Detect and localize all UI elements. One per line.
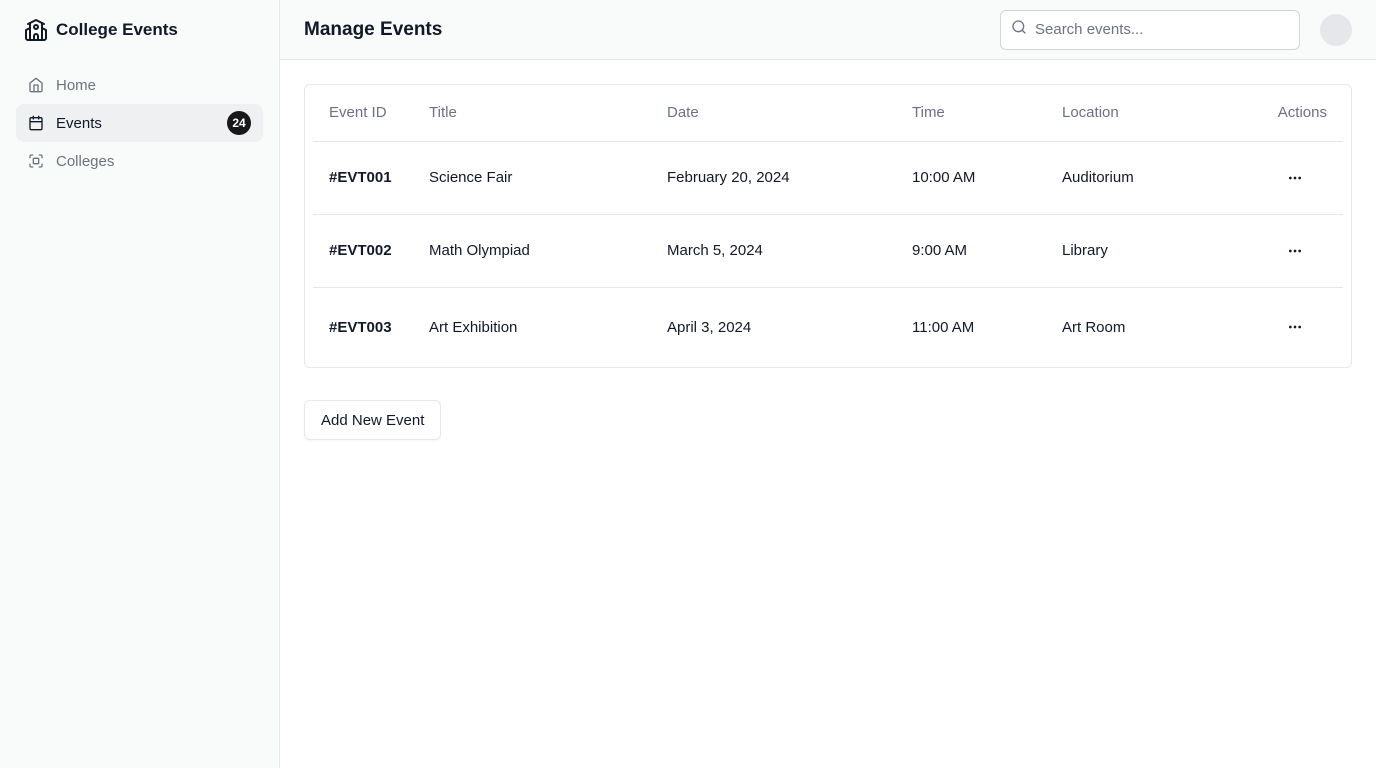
home-icon xyxy=(28,77,44,93)
avatar[interactable] xyxy=(1320,13,1352,46)
sidebar-item-label: Home xyxy=(56,76,97,94)
event-location-cell: Library xyxy=(1046,213,1213,287)
content: Event ID Title Date Time Location Action… xyxy=(280,60,1376,464)
event-time-cell: 9:00 AM xyxy=(896,213,1046,287)
table-header-row: Event ID Title Date Time Location Action… xyxy=(313,85,1343,142)
main-area: Manage Events Event ID Ti xyxy=(280,0,1376,768)
search-input[interactable] xyxy=(1035,21,1289,38)
event-id-cell: #EVT003 xyxy=(313,286,413,367)
more-horizontal-icon xyxy=(1289,249,1301,252)
event-location-cell: Auditorium xyxy=(1062,169,1134,186)
event-actions-cell xyxy=(1212,213,1343,287)
more-horizontal-icon xyxy=(1289,176,1301,179)
more-options-button[interactable] xyxy=(1283,239,1307,263)
app-root: College Events Home Events 24 Colleges M… xyxy=(0,0,1376,768)
sidebar-item-home[interactable]: Home xyxy=(16,66,263,104)
page-title: Manage Events xyxy=(304,18,443,40)
event-title-cell: Art Exhibition xyxy=(413,286,651,367)
sidebar-item-label: Events xyxy=(56,114,102,132)
search-icon xyxy=(1011,19,1027,40)
column-header-location: Location xyxy=(1046,85,1213,142)
calendar-icon xyxy=(28,115,44,131)
more-options-button[interactable] xyxy=(1283,166,1307,190)
table-row: #EVT001 Science Fair February 20, 2024 1… xyxy=(313,141,1343,214)
sidebar: College Events Home Events 24 Colleges xyxy=(0,0,280,768)
column-header-event-id: Event ID xyxy=(313,85,413,142)
events-count-badge: 24 xyxy=(227,111,251,135)
sidebar-item-events[interactable]: Events 24 xyxy=(16,104,263,142)
column-header-title: Title xyxy=(413,85,651,142)
add-new-event-button[interactable]: Add New Event xyxy=(304,400,442,440)
app-name: College Events xyxy=(56,20,178,39)
event-date-cell: April 3, 2024 xyxy=(651,286,896,367)
events-table-card: Event ID Title Date Time Location Action… xyxy=(304,84,1352,368)
event-location-cell: Art Room xyxy=(1046,286,1213,367)
event-date-cell: March 5, 2024 xyxy=(651,213,896,287)
sidebar-item-colleges[interactable]: Colleges xyxy=(16,142,263,180)
more-horizontal-icon xyxy=(1289,325,1301,329)
event-actions-cell xyxy=(1213,141,1343,214)
topbar: Manage Events xyxy=(280,0,1376,60)
event-title-cell: Math Olympiad xyxy=(413,213,651,287)
event-time-cell: 10:00 AM xyxy=(912,169,976,186)
sidebar-nav: Home Events 24 Colleges xyxy=(16,66,263,180)
column-header-actions: Actions xyxy=(1212,85,1343,142)
table-row: #EVT002 Math Olympiad March 5, 2024 9:00… xyxy=(313,213,1343,287)
events-table: Event ID Title Date Time Location Action… xyxy=(313,85,1343,367)
more-options-button[interactable] xyxy=(1283,315,1307,339)
column-header-date: Date xyxy=(651,85,896,142)
event-actions-cell xyxy=(1212,286,1343,367)
event-id-cell: #EVT002 xyxy=(313,213,413,287)
brand[interactable]: College Events xyxy=(16,0,263,60)
table-row: #EVT003 Art Exhibition April 3, 2024 11:… xyxy=(313,286,1343,367)
scan-icon xyxy=(28,153,44,169)
column-header-time: Time xyxy=(896,85,1046,142)
event-date-cell: February 20, 2024 xyxy=(667,169,790,186)
sidebar-item-label: Colleges xyxy=(56,152,115,170)
search-box[interactable] xyxy=(1000,9,1300,50)
event-time-cell: 11:00 AM xyxy=(896,286,1046,367)
school-icon xyxy=(24,18,48,42)
event-title-cell: Science Fair xyxy=(429,169,513,186)
event-id-cell: #EVT001 xyxy=(329,169,392,186)
